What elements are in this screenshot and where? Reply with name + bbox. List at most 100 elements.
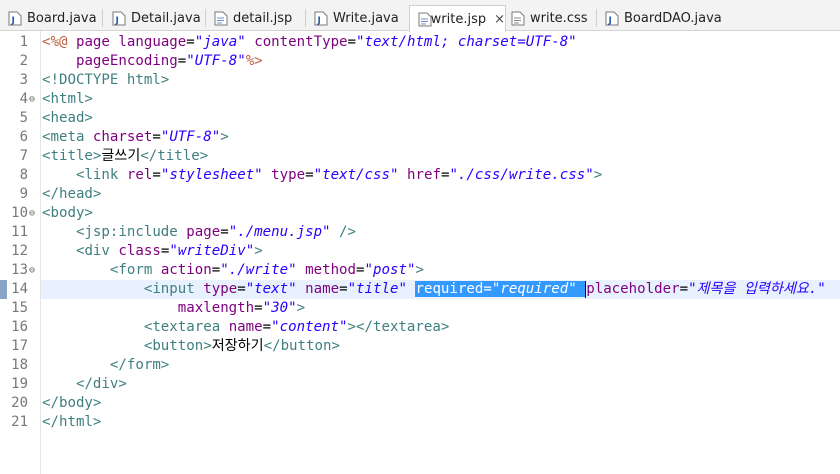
line-number: 12: [11, 243, 28, 259]
tab-divider: [102, 9, 103, 27]
line-number-gutter: 1 2 3 4 ⊖ 5 6 7 8 9 10 ⊖ 11 12 13 ⊖ 14 15 16 17 18 19 20 21: [0, 31, 41, 474]
code-token: =: [483, 281, 492, 297]
code-token: type: [203, 281, 238, 297]
code-editor[interactable]: <%@ page language="java" contentType="te…: [41, 31, 840, 474]
fold-toggle-icon[interactable]: ⊖: [29, 204, 39, 223]
tab-label: Detail.java: [131, 11, 201, 26]
code-line[interactable]: <button>저장하기</button>: [42, 337, 340, 356]
code-token: <form: [109, 262, 161, 278]
tab-detail-jsp[interactable]: detail.jsp: [214, 6, 292, 31]
code-line[interactable]: <meta charset="UTF-8">: [42, 128, 229, 147]
line-number: 20: [11, 395, 28, 411]
code-token: contentType: [254, 34, 348, 50]
code-token: name: [228, 319, 263, 335]
code-token: </div>: [75, 376, 127, 392]
line-number: 2: [19, 53, 28, 69]
code-token: "stylesheet": [160, 167, 263, 183]
code-token: </html>: [42, 414, 102, 430]
code-token: </form>: [109, 357, 170, 373]
code-line[interactable]: <html>: [42, 90, 93, 109]
svg-text:J: J: [317, 16, 321, 26]
code-line[interactable]: <input type="text" name="title" required…: [42, 280, 826, 299]
code-token: charset: [92, 129, 153, 145]
tab-write-css[interactable]: write.css: [511, 6, 588, 31]
code-token: <body>: [42, 205, 93, 221]
code-token: pageEncoding: [75, 53, 178, 69]
close-icon[interactable]: ×: [494, 12, 505, 27]
code-token: "required": [491, 281, 577, 297]
code-token: =: [679, 281, 689, 297]
line-number: 16: [11, 319, 28, 335]
code-token: =: [262, 319, 272, 335]
code-token: page: [75, 34, 119, 50]
line-number: 13: [11, 262, 28, 278]
code-token: "UTF-8": [186, 53, 246, 69]
fold-toggle-icon[interactable]: ⊖: [29, 90, 39, 109]
code-line[interactable]: <div class="writeDiv">: [42, 242, 263, 261]
jsp-file-icon: [214, 11, 228, 26]
code-token: placeholder: [586, 281, 680, 297]
change-marker: [0, 280, 7, 299]
code-line[interactable]: </div>: [42, 375, 127, 394]
code-token: <input: [143, 281, 204, 297]
code-line[interactable]: </head>: [42, 185, 101, 204]
code-line[interactable]: </body>: [42, 394, 101, 413]
code-token: <%@: [42, 34, 76, 50]
code-token: <link: [75, 167, 127, 183]
code-line[interactable]: pageEncoding="UTF-8"%>: [42, 52, 263, 71]
line-number: 4: [19, 91, 28, 107]
code-line[interactable]: <title>글쓰기</title>: [42, 147, 208, 166]
code-line[interactable]: <form action="./write" method="post">: [42, 261, 424, 280]
code-line[interactable]: <jsp:include page="./menu.jsp" />: [42, 223, 356, 242]
code-line[interactable]: maxlength="30">: [42, 299, 305, 318]
code-line[interactable]: <link rel="stylesheet" type="text/css" h…: [42, 166, 602, 185]
code-token: "./menu.jsp": [228, 224, 331, 240]
tab-detail-java[interactable]: J Detail.java: [112, 6, 201, 31]
code-token: =: [152, 167, 161, 183]
svg-text:J: J: [115, 16, 119, 26]
tab-label: detail.jsp: [233, 11, 293, 26]
code-token: maxlength: [177, 300, 255, 316]
code-token: "content": [271, 319, 348, 335]
code-token: </title>: [140, 148, 209, 164]
code-token: "./write": [220, 262, 297, 278]
code-line[interactable]: <textarea name="content"></textarea>: [42, 318, 450, 337]
code-line[interactable]: </form>: [42, 356, 169, 375]
code-token: "text/css": [313, 167, 399, 183]
svg-text:J: J: [11, 16, 15, 26]
java-file-icon: J: [112, 11, 126, 26]
fold-toggle-icon[interactable]: ⊖: [29, 261, 39, 280]
code-token: =: [237, 281, 246, 297]
code-line[interactable]: </html>: [42, 413, 101, 432]
code-token: name: [305, 281, 340, 297]
tab-boarddao-java[interactable]: J BoardDAO.java: [605, 6, 722, 31]
code-token: rel: [126, 167, 153, 183]
line-number: 3: [19, 72, 28, 88]
tab-write-java[interactable]: J Write.java: [314, 6, 399, 31]
line-number: 10: [11, 205, 28, 221]
tab-label: Board.java: [27, 11, 97, 26]
code-token: "text/html; charset=UTF-8": [356, 34, 577, 50]
line-number: 15: [11, 300, 28, 316]
code-line[interactable]: <!DOCTYPE html>: [42, 71, 169, 90]
code-token: <head>: [42, 110, 93, 126]
code-token: "제목을 입력하세요.": [688, 281, 826, 297]
code-token: />: [339, 224, 357, 240]
code-token: page: [186, 224, 221, 240]
code-token: "./css/write.css": [449, 167, 594, 183]
tab-board-java[interactable]: J Board.java: [8, 6, 97, 31]
code-token: </body>: [42, 395, 102, 411]
code-line[interactable]: <body>: [42, 204, 93, 223]
code-line[interactable]: <%@ page language="java" contentType="te…: [42, 33, 577, 52]
code-token: =: [177, 53, 187, 69]
tab-write-jsp[interactable]: write.jsp ×: [409, 5, 506, 32]
code-token: >: [254, 243, 263, 259]
editor-tab-bar: J Board.java J Detail.java detail.jsp J …: [0, 0, 840, 32]
tab-divider: [205, 9, 206, 27]
code-line[interactable]: <head>: [42, 109, 93, 128]
